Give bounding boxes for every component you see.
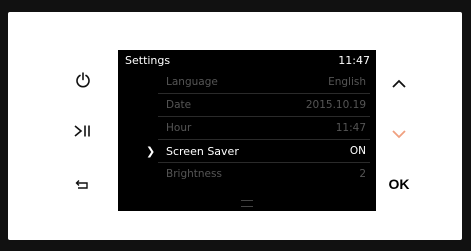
back-button[interactable] <box>68 172 98 196</box>
menu-item-language[interactable]: Language English <box>158 71 370 94</box>
menu-item-label: Date <box>166 99 192 111</box>
menu-item-screen-saver[interactable]: ❯ Screen Saver ON <box>146 140 370 163</box>
down-button[interactable] <box>384 122 414 146</box>
play-pause-icon <box>74 125 90 137</box>
menu-item-value: 2 <box>359 168 366 180</box>
selection-arrow-icon: ❯ <box>146 145 156 158</box>
up-button[interactable] <box>384 72 414 96</box>
menu-item-date[interactable]: Date 2015.10.19 <box>158 94 370 117</box>
back-arrow-icon <box>75 180 88 189</box>
ok-button[interactable]: OK <box>384 172 414 196</box>
display-screen: Settings 11:47 Language English Date 201… <box>118 50 376 211</box>
play-pause-button[interactable] <box>68 119 98 143</box>
menu-item-value: 11:47 <box>335 122 366 134</box>
ok-label: OK <box>388 176 410 192</box>
menu-item-brightness[interactable]: Brightness 2 <box>158 163 370 185</box>
chevron-up-icon <box>392 79 406 88</box>
screen-title: Settings <box>125 54 171 67</box>
power-button[interactable] <box>68 68 98 92</box>
menu-item-hour[interactable]: Hour 11:47 <box>158 117 370 140</box>
menu-item-label: Brightness <box>166 168 222 180</box>
screen-header: Settings 11:47 <box>118 50 376 70</box>
menu-item-value: English <box>328 76 366 88</box>
menu-item-label: Language <box>166 76 218 88</box>
scroll-indicator <box>241 200 253 207</box>
chevron-down-icon <box>392 130 406 139</box>
screen-clock: 11:47 <box>338 54 370 67</box>
device-panel: OK Settings 11:47 Language English Date … <box>8 12 462 240</box>
menu-item-value: ON <box>349 145 366 157</box>
menu-item-label: Screen Saver <box>166 145 239 158</box>
menu-item-value: 2015.10.19 <box>305 99 366 111</box>
settings-menu: Language English Date 2015.10.19 Hour 11… <box>146 71 370 185</box>
power-icon <box>76 72 90 88</box>
menu-item-label: Hour <box>166 122 192 134</box>
